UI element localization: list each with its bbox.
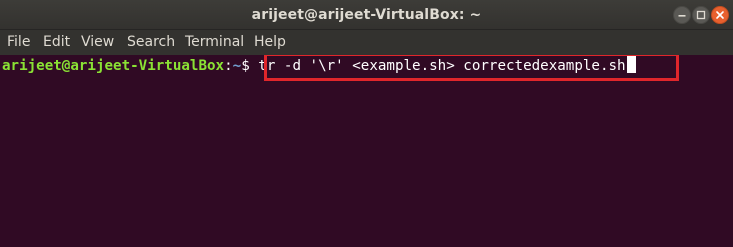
menu-edit[interactable]: Edit [43, 30, 70, 55]
menu-help[interactable]: Help [254, 30, 286, 55]
terminal-window: arijeet@arijeet-VirtualBox: ~ File Edit … [0, 0, 733, 247]
close-icon [716, 11, 724, 19]
maximize-button[interactable] [692, 6, 710, 24]
prompt-symbol: $ [241, 58, 259, 74]
maximize-icon [696, 10, 706, 20]
title-bar[interactable]: arijeet@arijeet-VirtualBox: ~ [0, 0, 733, 30]
menu-file[interactable]: File [7, 30, 30, 55]
minimize-icon [678, 15, 686, 17]
command-highlight-box [264, 55, 679, 81]
window-title: arijeet@arijeet-VirtualBox: ~ [251, 7, 482, 23]
menu-terminal[interactable]: Terminal [185, 30, 244, 55]
menu-bar: File Edit View Search Terminal Help [0, 30, 733, 55]
terminal-area[interactable]: arijeet@arijeet-VirtualBox:~$ tr -d '\r'… [0, 55, 733, 247]
prompt-separator: : [224, 58, 233, 74]
menu-view[interactable]: View [81, 30, 114, 55]
prompt-path: ~ [232, 58, 242, 74]
menu-search[interactable]: Search [127, 30, 175, 55]
minimize-button[interactable] [673, 6, 691, 24]
prompt-user-host: arijeet@arijeet-VirtualBox [2, 58, 225, 74]
close-button[interactable] [711, 6, 729, 24]
